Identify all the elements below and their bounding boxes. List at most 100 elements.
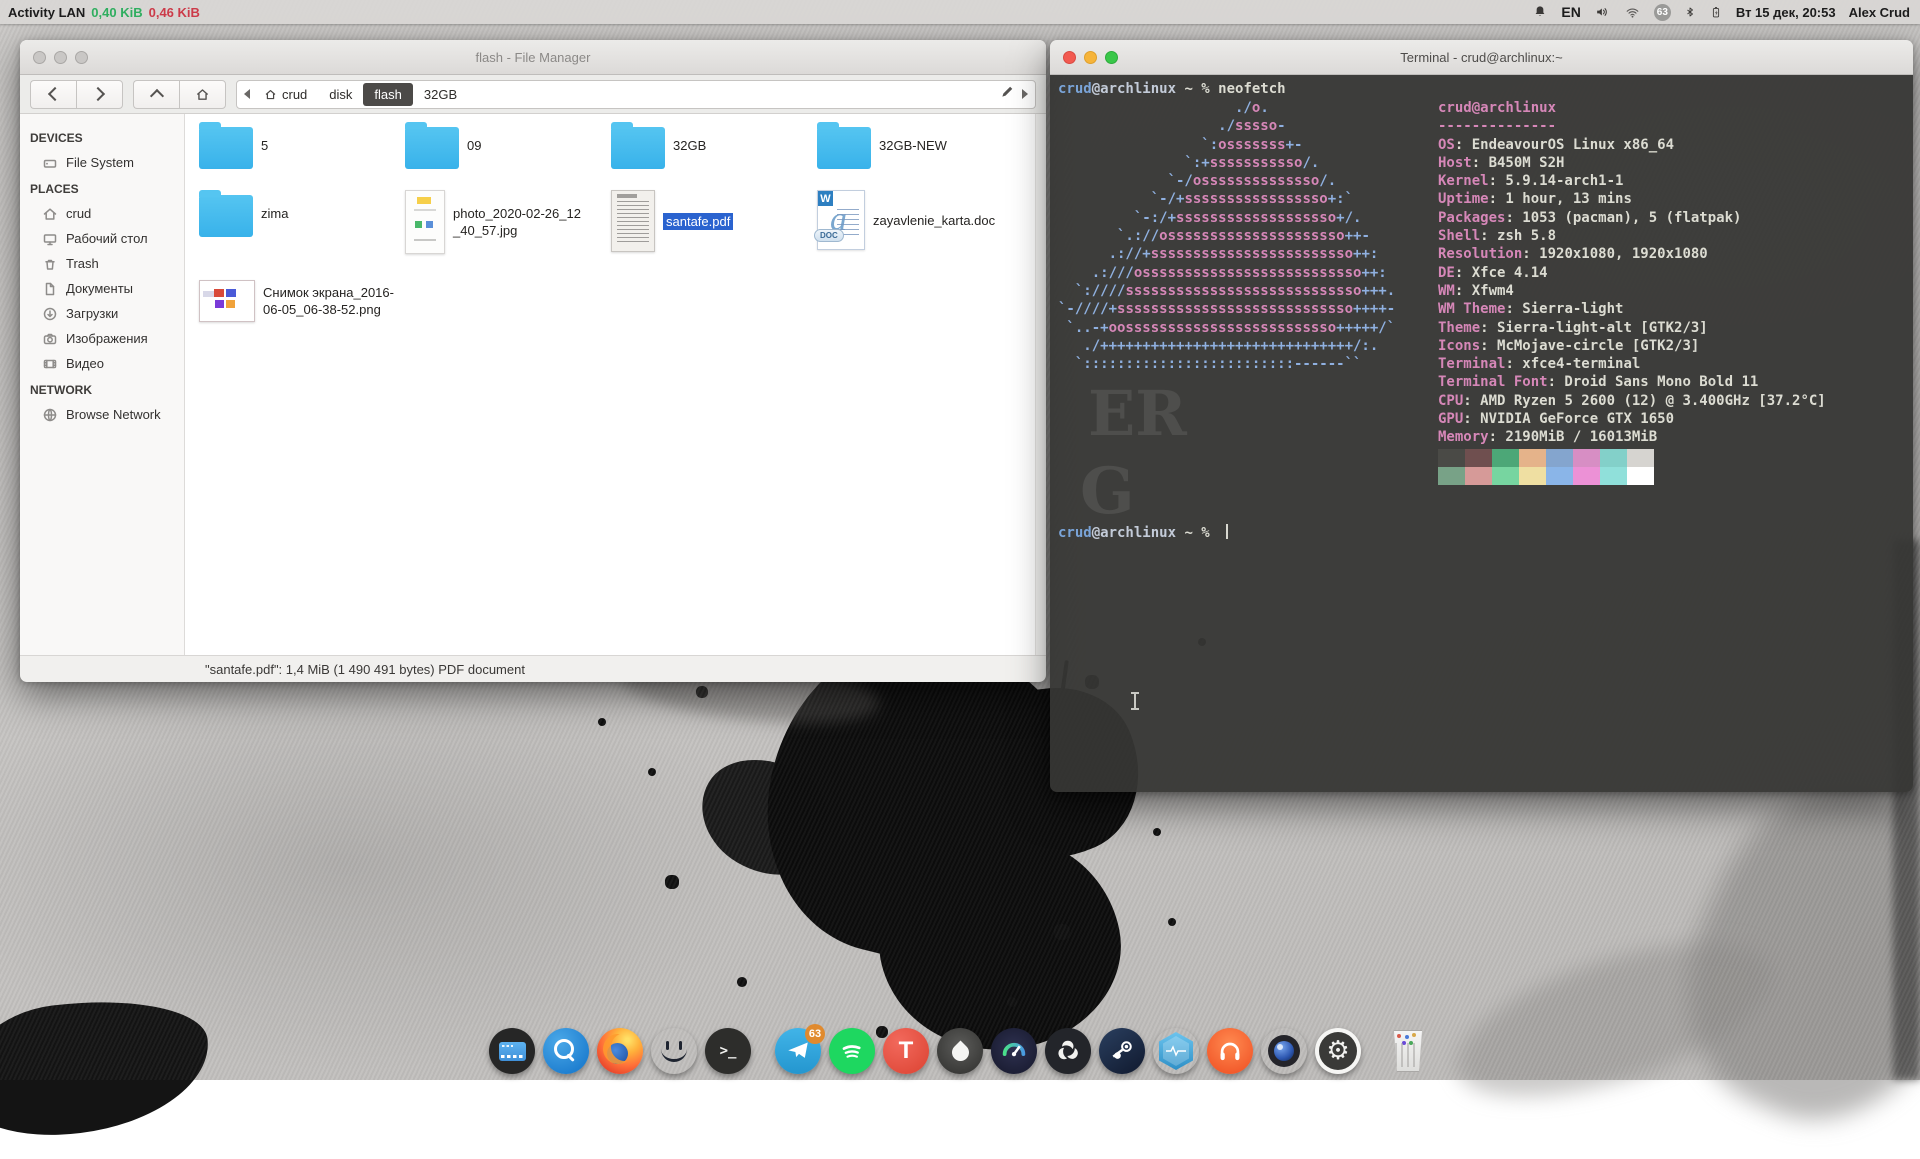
videos-icon — [42, 356, 58, 372]
sidebar-item-crud[interactable]: crud — [20, 201, 184, 226]
file-item-doc[interactable]: WaDOCzayavlenie_karta.doc — [817, 190, 1013, 250]
breadcrumb-flash[interactable]: flash — [363, 83, 412, 106]
sidebar-item-видео[interactable]: Видео — [20, 351, 184, 376]
sidebar-item-trash[interactable]: Trash — [20, 251, 184, 276]
close-button[interactable] — [33, 51, 46, 64]
desktop-icon — [42, 231, 58, 247]
sidebar-item-file-system[interactable]: File System — [20, 150, 184, 175]
window-title: Terminal - crud@archlinux:~ — [1050, 50, 1913, 65]
palette-swatch — [1465, 449, 1492, 467]
clock[interactable]: Вт 15 дек, 20:53 — [1736, 5, 1836, 20]
path-scroll-right[interactable] — [1022, 89, 1028, 99]
terminal-body[interactable]: ER G crud@archlinux ~ % neofetch ./o. ./… — [1050, 75, 1913, 792]
sidebar-item-документы[interactable]: Документы — [20, 276, 184, 301]
dock-telegram-icon[interactable]: 63 — [775, 1028, 821, 1074]
dock-droplet-app-icon[interactable] — [937, 1028, 983, 1074]
pictures-icon — [42, 331, 58, 347]
folder-icon — [611, 127, 665, 169]
user-menu[interactable]: Alex Crud — [1849, 5, 1910, 20]
file-item-folder[interactable]: zima — [199, 190, 395, 237]
maximize-button[interactable] — [1105, 51, 1118, 64]
breadcrumb-32GB[interactable]: 32GB — [413, 83, 468, 106]
sidebar-header-places: PLACES — [20, 175, 184, 201]
file-name: 32GB-NEW — [879, 137, 1013, 154]
path-bar[interactable]: cruddiskflash32GB — [236, 80, 1036, 109]
file-manager-window: flash - File Manager cruddiskflash32GB D… — [20, 40, 1046, 680]
dock-firefox-icon[interactable] — [597, 1028, 643, 1074]
file-manager-sidebar: DEVICESFile SystemPLACEScrudРабочий стол… — [20, 114, 185, 655]
palette-swatch — [1600, 449, 1627, 467]
file-item-folder[interactable]: 32GB — [611, 122, 807, 169]
dock-t-app-icon[interactable]: T — [883, 1028, 929, 1074]
scrollbar[interactable] — [1035, 114, 1046, 655]
palette-swatch — [1438, 449, 1465, 467]
dock-terminal-icon[interactable]: >_ — [705, 1028, 751, 1074]
dock-steam-icon[interactable] — [1099, 1028, 1145, 1074]
bell-icon[interactable] — [1532, 4, 1548, 20]
up-button[interactable] — [133, 80, 179, 109]
downloads-icon — [42, 306, 58, 322]
file-item-folder[interactable]: 5 — [199, 122, 395, 169]
close-button[interactable] — [1063, 51, 1076, 64]
neofetch-info: crud@archlinux--------------OS: Endeavou… — [1438, 99, 1826, 447]
file-name: Снимок экрана_2016-06-05_06-38-52.png — [263, 284, 395, 318]
folder-icon — [199, 127, 253, 169]
folder-icon — [817, 127, 871, 169]
terminal-titlebar[interactable]: Terminal - crud@archlinux:~ — [1050, 40, 1913, 75]
dock-camera-app-icon[interactable] — [1261, 1028, 1307, 1074]
file-item-pdf[interactable]: santafe.pdf — [611, 190, 807, 252]
image-icon — [405, 190, 445, 254]
battery-icon[interactable] — [1709, 4, 1723, 21]
dock-app-finder-icon[interactable] — [543, 1028, 589, 1074]
file-list[interactable]: 509 32GB 32GB-NEW zimaphoto_2020-02-26_12_4… — [185, 114, 1046, 655]
keyboard-layout[interactable]: EN — [1561, 4, 1580, 20]
sidebar-item-browse-network[interactable]: Browse Network — [20, 402, 184, 427]
sidebar-item-загрузки[interactable]: Загрузки — [20, 301, 184, 326]
sidebar-item-рабочий-стол[interactable]: Рабочий стол — [20, 226, 184, 251]
pdf-icon — [611, 190, 655, 252]
path-edit-pencil[interactable] — [996, 84, 1019, 104]
dock-obs-studio-icon[interactable] — [1045, 1028, 1091, 1074]
volume-icon[interactable] — [1594, 4, 1611, 20]
dock-headphones-app-icon[interactable] — [1207, 1028, 1253, 1074]
forward-button[interactable] — [76, 80, 123, 109]
dock: >_ 63 T ⚙ — [0, 1028, 1920, 1074]
prompt-line-current: crud@archlinux ~ % — [1058, 524, 1228, 542]
wallpaper-letter-g: G — [1080, 483, 1135, 501]
palette-swatch — [1492, 449, 1519, 467]
file-manager-toolbar: cruddiskflash32GB — [20, 75, 1046, 114]
dock-settings-icon[interactable]: ⚙ — [1315, 1028, 1361, 1074]
wifi-icon[interactable] — [1624, 5, 1641, 20]
home-button[interactable] — [179, 80, 226, 109]
home-icon — [264, 88, 277, 101]
telegram-unread-badge: 63 — [805, 1024, 825, 1044]
documents-icon — [42, 281, 58, 297]
dock-show-desktop-icon[interactable] — [489, 1028, 535, 1074]
trash-icon — [42, 256, 58, 272]
file-name: 32GB — [673, 137, 807, 154]
breadcrumb-crud[interactable]: crud — [253, 83, 318, 106]
minimize-button[interactable] — [1084, 51, 1097, 64]
file-item-folder[interactable]: 32GB-NEW — [817, 122, 1013, 169]
file-item-screenshot[interactable]: Снимок экрана_2016-06-05_06-38-52.png — [199, 280, 395, 322]
maximize-button[interactable] — [75, 51, 88, 64]
dock-spotify-icon[interactable] — [829, 1028, 875, 1074]
terminal-window: Terminal - crud@archlinux:~ ER G crud@ar… — [1050, 40, 1913, 792]
file-item-image[interactable]: photo_2020-02-26_12_40_57.jpg — [405, 190, 601, 254]
breadcrumb-disk[interactable]: disk — [318, 83, 363, 106]
dock-trash-icon[interactable] — [1385, 1028, 1431, 1074]
back-button[interactable] — [30, 80, 76, 109]
file-manager-titlebar[interactable]: flash - File Manager — [20, 40, 1046, 75]
palette-swatch — [1492, 467, 1519, 485]
dock-hex-monitor-icon[interactable] — [1153, 1028, 1199, 1074]
sidebar-item-изображения[interactable]: Изображения — [20, 326, 184, 351]
file-item-folder[interactable]: 09 — [405, 122, 601, 169]
dock-file-manager-icon[interactable] — [651, 1028, 697, 1074]
telegram-tray-badge[interactable]: 63 — [1654, 4, 1671, 21]
palette-swatch — [1627, 467, 1654, 485]
path-scroll-left[interactable] — [244, 89, 250, 99]
dock-system-gauge-icon[interactable] — [991, 1028, 1037, 1074]
palette-swatch — [1465, 467, 1492, 485]
bluetooth-icon[interactable] — [1684, 4, 1696, 20]
minimize-button[interactable] — [54, 51, 67, 64]
